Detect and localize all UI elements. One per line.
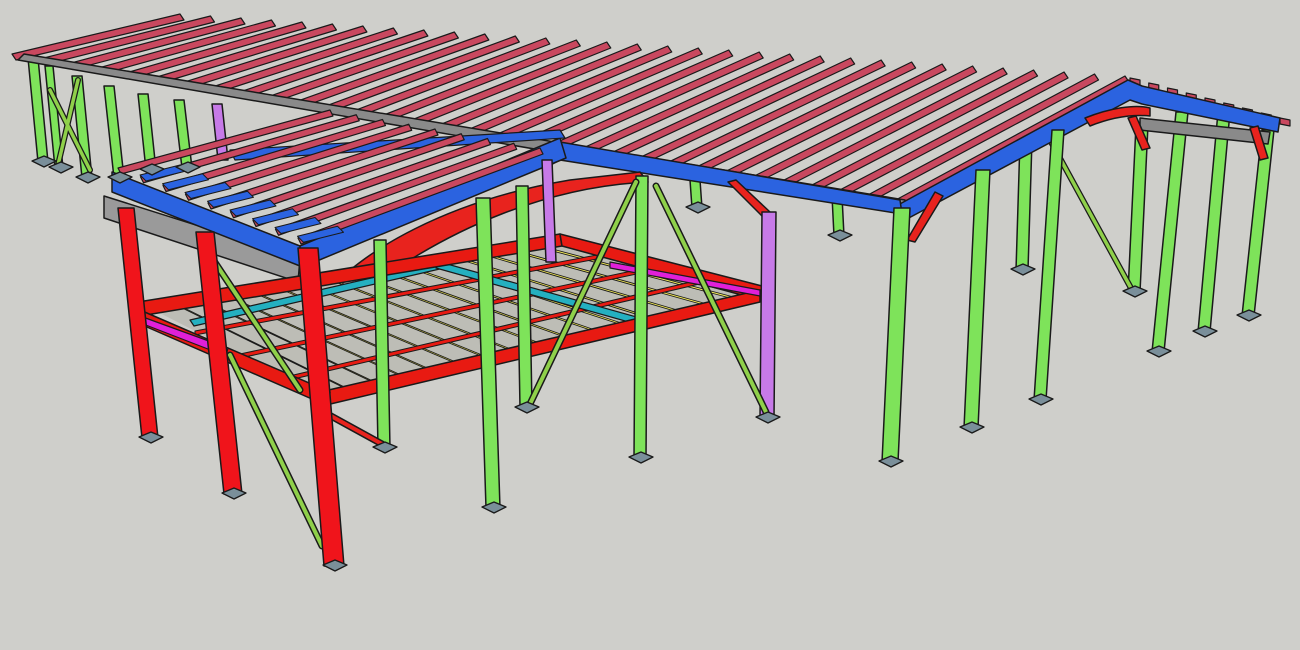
column — [1197, 111, 1231, 333]
purlin-cleat — [207, 190, 254, 208]
steel-frame-model[interactable] — [0, 0, 1300, 650]
front-portal-columns — [117, 207, 345, 567]
column — [633, 175, 649, 459]
base-plate — [75, 171, 101, 184]
base-plate — [628, 451, 654, 464]
base-plate — [1010, 263, 1036, 276]
column — [1151, 111, 1189, 353]
3d-model-viewport[interactable] — [0, 0, 1300, 650]
base-plate — [1192, 325, 1218, 338]
column — [1033, 129, 1065, 401]
base-plate — [48, 161, 74, 174]
base-plate — [827, 229, 853, 242]
column — [1127, 124, 1149, 293]
purlin-cleat — [162, 173, 209, 191]
column — [103, 85, 125, 179]
column — [1241, 129, 1275, 317]
column — [515, 185, 533, 409]
base-plate — [1122, 285, 1148, 298]
purlin-cleat — [274, 217, 322, 234]
column — [881, 207, 911, 463]
base-plate — [1028, 393, 1054, 406]
base-plate — [1146, 345, 1172, 358]
column — [963, 169, 991, 429]
base-plate — [514, 401, 540, 414]
column — [211, 103, 229, 161]
purlin-cleat — [252, 208, 299, 226]
column — [759, 211, 777, 419]
base-plate — [685, 201, 711, 214]
roof-purlin — [1279, 117, 1291, 127]
base-plate — [1236, 309, 1262, 322]
purlin-cleat — [184, 182, 232, 199]
purlin-cleat — [229, 199, 277, 217]
